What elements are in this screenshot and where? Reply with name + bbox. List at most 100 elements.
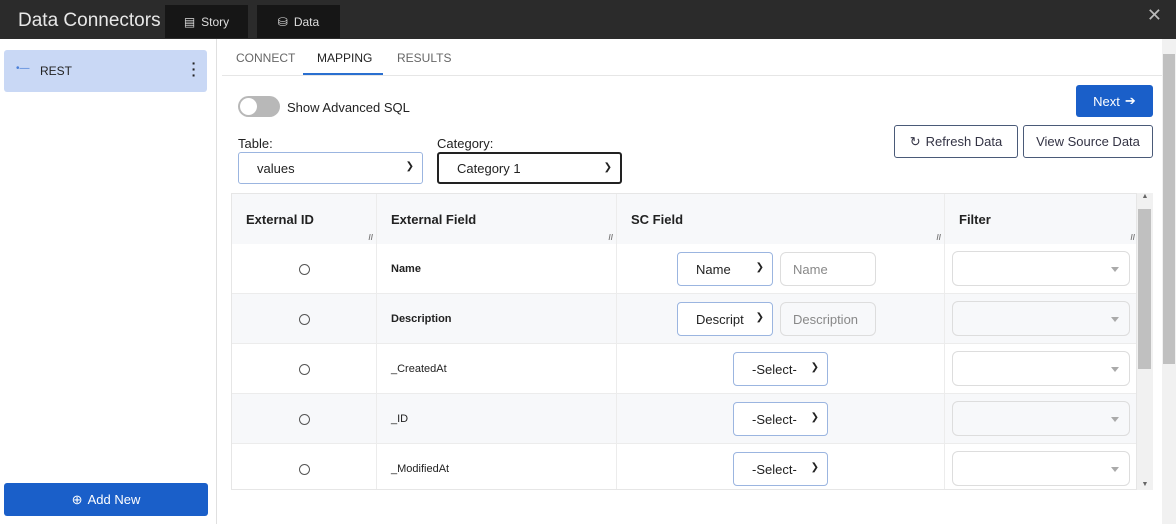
table-select-value: values: [257, 160, 295, 176]
chevron-down-icon: ❯: [603, 162, 612, 173]
chevron-down-icon: ❯: [810, 412, 819, 423]
chevron-down-icon: ❯: [405, 161, 414, 172]
add-new-label: Add New: [87, 492, 141, 507]
sc-field-cell: -Select- ❯: [617, 444, 945, 489]
header-label: SC Field: [631, 211, 684, 227]
app-title: Data Connectors: [18, 10, 161, 31]
sc-field-select-value: Name: [696, 261, 731, 277]
table-select[interactable]: values ❯: [238, 152, 423, 184]
resize-handle-icon[interactable]: //: [369, 233, 373, 242]
category-label: Category:: [437, 136, 494, 151]
header-external-field: External Field //: [377, 194, 617, 244]
filter-cell: [945, 244, 1136, 294]
filter-select[interactable]: [952, 401, 1130, 436]
sc-field-select[interactable]: -Select- ❯: [733, 402, 828, 436]
category-select-value: Category 1: [457, 160, 521, 176]
header-label: External ID: [246, 211, 314, 227]
external-id-radio[interactable]: [298, 463, 310, 475]
tab-mapping[interactable]: MAPPING: [317, 51, 372, 65]
scroll-up-icon[interactable]: ▲: [1137, 193, 1153, 200]
header-filter: Filter //: [945, 194, 1136, 244]
refresh-data-button[interactable]: ↻ Refresh Data: [894, 125, 1018, 158]
view-source-label: View Source Data: [1036, 134, 1140, 149]
external-id-radio[interactable]: [298, 263, 310, 275]
active-tab-indicator: [303, 73, 383, 75]
external-field-cell: _ModifiedAt: [377, 444, 617, 489]
external-field-cell: Description: [377, 294, 617, 344]
external-id-radio[interactable]: [298, 313, 310, 325]
sidebar-item-rest[interactable]: •— REST · · ·: [4, 50, 207, 92]
next-button[interactable]: Next ➔: [1076, 85, 1153, 117]
title-bar: Data Connectors ▤ Story ⛁ Data ✕: [0, 0, 1176, 39]
sc-field-select-value: Descript: [696, 311, 744, 327]
sc-field-cell: Descript ❯ Description: [617, 294, 945, 344]
view-source-data-button[interactable]: View Source Data: [1023, 125, 1153, 158]
chevron-down-icon: ❯: [810, 362, 819, 373]
external-field-cell: _CreatedAt: [377, 344, 617, 394]
table-row: _ModifiedAt -Select- ❯: [232, 444, 1136, 489]
database-icon: ⛁: [277, 14, 288, 29]
category-select[interactable]: Category 1 ❯: [437, 152, 622, 184]
external-id-cell: [232, 444, 377, 489]
sc-field-cell: -Select- ❯: [617, 394, 945, 444]
more-options-icon[interactable]: · · ·: [191, 56, 197, 82]
header-label: Filter: [959, 211, 991, 227]
sc-field-input[interactable]: Name: [780, 252, 876, 286]
sc-field-select[interactable]: Name ❯: [677, 252, 773, 286]
filter-cell: [945, 344, 1136, 394]
table-row: Name Name ❯ Name: [232, 244, 1136, 294]
external-id-cell: [232, 344, 377, 394]
arrow-right-icon: ➔: [1124, 93, 1136, 108]
add-new-button[interactable]: ⊕ Add New: [4, 483, 208, 516]
filter-cell: [945, 394, 1136, 444]
sidebar: •— REST · · · ⊕ Add New: [0, 39, 217, 524]
external-field-cell: Name: [377, 244, 617, 294]
resize-handle-icon[interactable]: //: [937, 233, 941, 242]
sc-field-select-value: -Select-: [752, 461, 797, 477]
external-field-cell: _ID: [377, 394, 617, 444]
filter-select[interactable]: [952, 451, 1130, 486]
sc-field-cell: Name ❯ Name: [617, 244, 945, 294]
filter-cell: [945, 294, 1136, 344]
table-row: _ID -Select- ❯: [232, 394, 1136, 444]
mapping-grid: External ID // External Field // SC Field /…: [231, 193, 1137, 490]
header-row: External ID // External Field // SC Field /…: [232, 194, 1136, 244]
tab-story-label: Story: [201, 14, 230, 29]
chevron-down-icon: ❯: [755, 312, 764, 323]
sidebar-item-label: REST: [40, 64, 73, 78]
resize-handle-icon[interactable]: //: [1131, 233, 1135, 242]
external-id-radio[interactable]: [298, 413, 310, 425]
advanced-sql-toggle[interactable]: [238, 96, 280, 117]
scroll-down-icon[interactable]: ▼: [1137, 481, 1153, 488]
table-row: _CreatedAt -Select- ❯: [232, 344, 1136, 394]
filter-select[interactable]: [952, 251, 1130, 286]
external-id-cell: [232, 244, 377, 294]
sc-field-select-value: -Select-: [752, 411, 797, 427]
tab-results[interactable]: RESULTS: [397, 51, 451, 65]
sc-field-select[interactable]: -Select- ❯: [733, 452, 828, 486]
refresh-label: Refresh Data: [925, 134, 1003, 149]
connector-icon: •—: [16, 63, 30, 74]
sc-field-select[interactable]: -Select- ❯: [733, 352, 828, 386]
page-scrollbar[interactable]: [1162, 39, 1176, 524]
tab-connect[interactable]: CONNECT: [236, 51, 295, 65]
grid-scrollbar[interactable]: ▲ ▼: [1137, 193, 1153, 490]
header-label: External Field: [391, 211, 477, 227]
refresh-icon: ↻: [909, 133, 921, 149]
close-icon[interactable]: ✕: [1147, 5, 1162, 26]
tab-story[interactable]: ▤ Story: [165, 5, 248, 38]
next-label: Next: [1093, 93, 1120, 109]
external-id-radio[interactable]: [298, 363, 310, 375]
external-id-cell: [232, 294, 377, 344]
sc-field-input[interactable]: Description: [780, 302, 876, 336]
plus-circle-icon: ⊕: [71, 491, 83, 507]
sc-field-select[interactable]: Descript ❯: [677, 302, 773, 336]
tab-data[interactable]: ⛁ Data: [257, 5, 340, 38]
external-id-cell: [232, 394, 377, 444]
page-scrollbar-thumb[interactable]: [1163, 54, 1175, 364]
resize-handle-icon[interactable]: //: [609, 233, 613, 242]
filter-select[interactable]: [952, 351, 1130, 386]
grid-scrollbar-thumb[interactable]: [1138, 209, 1151, 369]
filter-select[interactable]: [952, 301, 1130, 336]
sc-field-cell: -Select- ❯: [617, 344, 945, 394]
